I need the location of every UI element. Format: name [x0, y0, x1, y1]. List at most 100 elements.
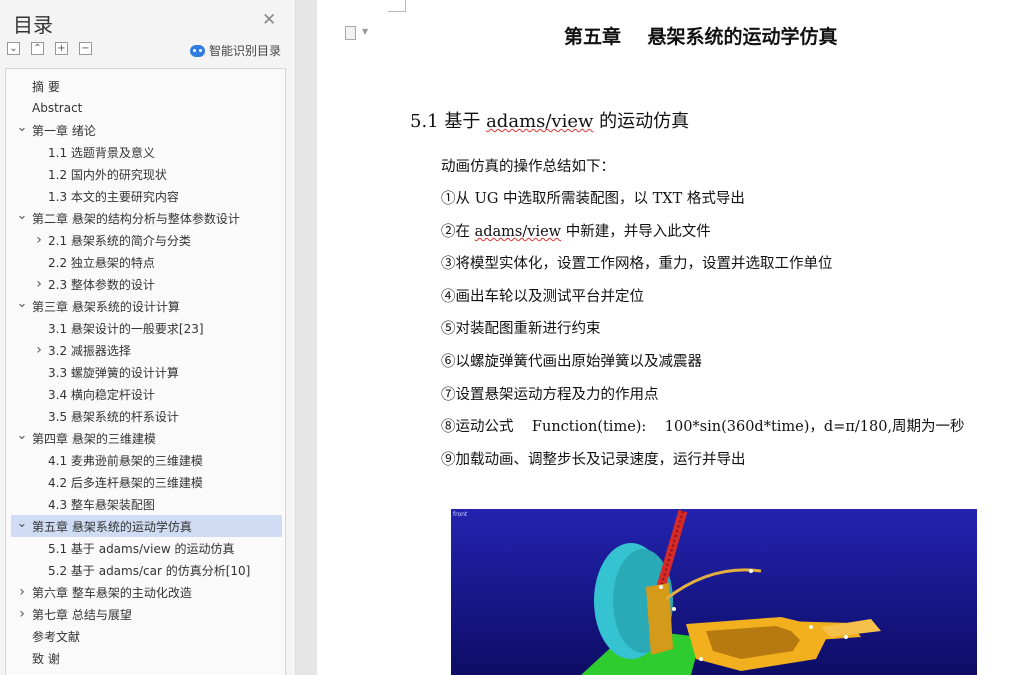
paragraph-step-4: ④画出车轮以及测试平台并定位 — [441, 289, 644, 305]
outline-item[interactable]: 致 谢 — [6, 647, 285, 669]
chevron-down-icon[interactable]: ⌄ — [16, 208, 28, 223]
simulation-drawing — [451, 509, 977, 675]
chevron-down-icon[interactable]: ⌄ — [16, 516, 28, 531]
outline-item[interactable]: › 第七章 总结与展望 — [6, 603, 285, 625]
chevron-right-icon[interactable]: › — [33, 276, 45, 292]
outline-item[interactable]: 4.1 麦弗逊前悬架的三维建模 — [6, 449, 285, 471]
outline-item-label: 第五章 悬架系统的运动学仿真 — [32, 519, 192, 534]
add-heading-icon[interactable]: + — [55, 42, 68, 55]
paragraph-intro: 动画仿真的操作总结如下： — [441, 159, 615, 175]
outline-item[interactable]: 3.5 悬架系统的杆系设计 — [6, 405, 285, 427]
outline-item[interactable]: ⌄ 第三章 悬架系统的设计计算 — [6, 295, 285, 317]
outline-item[interactable]: 3.1 悬架设计的一般要求[23] — [6, 317, 285, 339]
outline-item-label: 3.1 悬架设计的一般要求[23] — [48, 321, 204, 336]
chapter-heading: 第五章 悬架系统的运动学仿真 — [564, 26, 838, 48]
paragraph-step-1: ①从 UG 中选取所需装配图，以 TXT 格式导出 — [441, 191, 745, 207]
outline-list-container: 摘 要 Abstract ⌄ 第一章 绪论 1.1 选题背景及意义 1.2 国内外的研究现… — [5, 68, 286, 675]
outline-item-label: 2.2 独立悬架的特点 — [48, 255, 155, 270]
smart-toc-label: 智能识别目录 — [209, 44, 282, 58]
outline-item[interactable]: ⌄ 第四章 悬架的三维建模 — [6, 427, 285, 449]
outline-item[interactable]: › 2.3 整体参数的设计 — [6, 273, 285, 295]
step-2-keyword: adams/view — [474, 224, 562, 240]
outline-item-label: 3.2 减振器选择 — [48, 343, 131, 358]
close-icon[interactable]: ✕ — [262, 12, 276, 29]
section-heading-number: 5.1 基于 — [410, 111, 487, 132]
section-heading-keyword: adams/view — [486, 111, 594, 132]
outline-item[interactable]: 5.2 基于 adams/car 的仿真分析[10] — [6, 559, 285, 581]
chevron-down-icon[interactable]: ⌄ — [16, 120, 28, 135]
outline-item-label: 第一章 绪论 — [32, 123, 96, 138]
chevron-right-icon[interactable]: › — [16, 584, 28, 600]
paragraph-step-8: ⑧运动公式 Function(time): 100*sin(360d*time)… — [441, 419, 965, 435]
outline-pane: 目录 ✕ ⌄ ⌃ + − 智能识别目录 摘 要 Abstract ⌄ 第一章 绪论 1.… — [0, 0, 296, 675]
chevron-down-icon[interactable]: ⌄ — [16, 428, 28, 443]
outline-item[interactable]: › 3.2 减振器选择 — [6, 339, 285, 361]
outline-item[interactable]: 1.2 国内外的研究现状 — [6, 163, 285, 185]
paragraph-step-6: ⑥以螺旋弹簧代画出原始弹簧以及减震器 — [441, 354, 702, 370]
outline-item[interactable]: 2.2 独立悬架的特点 — [6, 251, 285, 273]
outline-item[interactable]: 1.3 本文的主要研究内容 — [6, 185, 285, 207]
outline-item-label: 3.3 螺旋弹簧的设计计算 — [48, 365, 179, 380]
outline-item[interactable]: 1.1 选题背景及意义 — [6, 141, 285, 163]
outline-item-label: 第七章 总结与展望 — [32, 607, 132, 622]
outline-item[interactable]: 3.3 螺旋弹簧的设计计算 — [6, 361, 285, 383]
expand-all-icon[interactable]: ⌄ — [7, 42, 20, 55]
outline-item-label: 2.1 悬架系统的简介与分类 — [48, 233, 191, 248]
outline-item-label: 1.3 本文的主要研究内容 — [48, 189, 179, 204]
outline-item[interactable]: Abstract — [6, 97, 285, 119]
outline-item-label: 5.1 基于 adams/view 的运动仿真 — [48, 541, 235, 556]
collapse-all-icon[interactable]: ⌃ — [31, 42, 44, 55]
outline-item-label: 4.1 麦弗逊前悬架的三维建模 — [48, 453, 203, 468]
outline-item[interactable]: 4.3 整车悬架装配图 — [6, 493, 285, 515]
outline-item[interactable]: ⌄ 第二章 悬架的结构分析与整体参数设计 — [6, 207, 285, 229]
page-options-icon[interactable] — [345, 26, 356, 40]
outline-toolbar: ⌄ ⌃ + − — [7, 42, 92, 55]
view-label: front — [453, 511, 468, 518]
remove-heading-icon[interactable]: − — [79, 42, 92, 55]
outline-item-label: 1.2 国内外的研究现状 — [48, 167, 167, 182]
page-corner-mark — [388, 0, 406, 12]
chevron-right-icon[interactable]: › — [33, 232, 45, 248]
outline-item-label: Abstract — [32, 101, 83, 115]
paragraph-step-3: ③将模型实体化，设置工作网格，重力，设置并选取工作单位 — [441, 256, 833, 272]
chevron-right-icon[interactable]: › — [33, 342, 45, 358]
paragraph-step-9: ⑨加载动画、调整步长及记录速度，运行并导出 — [441, 452, 746, 468]
outline-item-label: 3.4 横向稳定杆设计 — [48, 387, 155, 402]
smart-toc-button[interactable]: 智能识别目录 — [190, 42, 281, 59]
outline-item-label: 1.1 选题背景及意义 — [48, 145, 155, 160]
outline-item-label: 5.2 基于 adams/car 的仿真分析[10] — [48, 563, 251, 578]
outline-item-label: 4.2 后多连杆悬架的三维建模 — [48, 475, 203, 490]
outline-item-label: 第三章 悬架系统的设计计算 — [32, 299, 180, 314]
paragraph-step-5: ⑤对装配图重新进行约束 — [441, 321, 601, 337]
outline-item[interactable]: ⌄ 第五章 悬架系统的运动学仿真 — [11, 515, 282, 537]
outline-item[interactable]: 参考文献 — [6, 625, 285, 647]
outline-item[interactable]: 4.2 后多连杆悬架的三维建模 — [6, 471, 285, 493]
robot-icon — [190, 44, 205, 57]
chevron-down-icon[interactable]: ⌄ — [16, 296, 28, 311]
outline-item[interactable]: 3.4 横向稳定杆设计 — [6, 383, 285, 405]
outline-item-label: 摘 要 — [32, 79, 60, 94]
outline-item[interactable]: 5.1 基于 adams/view 的运动仿真 — [6, 537, 285, 559]
paragraph-step-7: ⑦设置悬架运动方程及力的作用点 — [441, 387, 659, 403]
outline-item-label: 2.3 整体参数的设计 — [48, 277, 155, 292]
step-2-prefix: ②在 — [441, 224, 475, 240]
outline-item-label: 参考文献 — [32, 629, 81, 644]
outline-item-label: 4.3 整车悬架装配图 — [48, 497, 155, 512]
outline-item-label: 3.5 悬架系统的杆系设计 — [48, 409, 179, 424]
section-heading: 5.1 基于 adams/view 的运动仿真 — [410, 107, 689, 133]
section-heading-rest: 的运动仿真 — [593, 111, 690, 132]
outline-item[interactable]: › 2.1 悬架系统的简介与分类 — [6, 229, 285, 251]
outline-item-label: 第四章 悬架的三维建模 — [32, 431, 156, 446]
outline-item-label: 致 谢 — [32, 651, 60, 666]
chevron-right-icon[interactable]: › — [16, 606, 28, 622]
outline-item[interactable]: › 第六章 整车悬架的主动化改造 — [6, 581, 285, 603]
outline-item-label: 第二章 悬架的结构分析与整体参数设计 — [32, 211, 240, 226]
outline-list: 摘 要 Abstract ⌄ 第一章 绪论 1.1 选题背景及意义 1.2 国内外的研究现… — [6, 75, 285, 669]
suspension-simulation-image: front — [451, 509, 977, 675]
outline-title: 目录 — [13, 13, 53, 37]
paragraph-step-2: ②在 adams/view 中新建，并导入此文件 — [441, 220, 711, 241]
step-2-suffix: 中新建，并导入此文件 — [561, 224, 711, 240]
caret-down-icon[interactable]: ▼ — [362, 27, 368, 36]
outline-item[interactable]: ⌄ 第一章 绪论 — [6, 119, 285, 141]
outline-item[interactable]: 摘 要 — [6, 75, 285, 97]
